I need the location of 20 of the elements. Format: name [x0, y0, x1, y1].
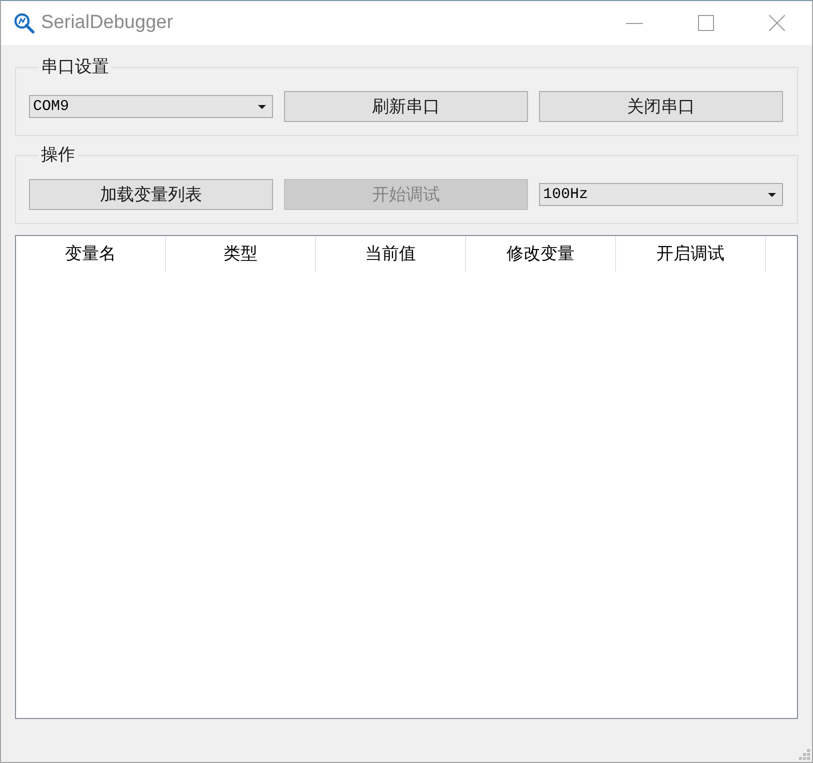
close-port-button[interactable]: 关闭串口 [539, 91, 783, 122]
minimize-icon [626, 22, 643, 24]
magnifier-icon [14, 12, 35, 34]
maximize-icon [698, 15, 714, 31]
column-header[interactable]: 当前值 [316, 236, 466, 272]
column-header[interactable]: 类型 [166, 236, 316, 272]
caret-icon [768, 192, 776, 196]
caret-icon [258, 104, 266, 108]
size-grip-icon [799, 749, 810, 760]
refresh-ports-button[interactable]: 刷新串口 [284, 91, 528, 122]
close-icon [768, 15, 784, 31]
port-select[interactable]: COM9 [29, 95, 273, 118]
window-title: SerialDebugger [41, 10, 174, 35]
load-variables-button[interactable]: 加载变量列表 [29, 179, 273, 210]
group-title: 操作 [40, 146, 76, 164]
rate-select[interactable]: 100Hz [539, 183, 783, 206]
column-header[interactable]: 变量名 [16, 236, 166, 272]
column-header[interactable]: 修改变量 [466, 236, 616, 272]
column-header[interactable]: 开启调试 [616, 236, 766, 272]
group-title: 串口设置 [40, 58, 110, 76]
